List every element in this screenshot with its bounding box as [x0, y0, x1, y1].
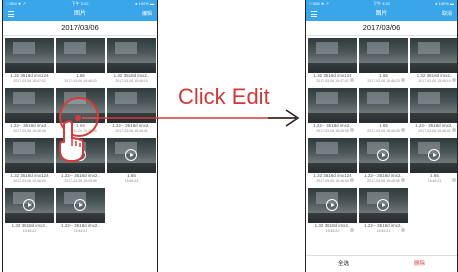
battery-status: ● 100% ▬ [435, 1, 454, 6]
photo-thumbnail[interactable]: 1.22-- 3518d imx2.. 2017-03-06 15:46:01 [410, 88, 457, 135]
page-title: 图片 [375, 11, 388, 17]
edit-toolbar: 全选 删除 [306, 255, 457, 272]
play-icon[interactable] [377, 149, 389, 161]
thumbnail-image [308, 38, 357, 73]
select-checkbox[interactable] [400, 227, 406, 233]
select-checkbox[interactable] [400, 177, 406, 183]
select-checkbox[interactable] [349, 77, 355, 83]
select-checkbox[interactable] [451, 127, 457, 133]
pointing-hand-icon [59, 120, 84, 162]
status-bar: □ SIM ★ ↗ 下午 3:42 ● 100% ▬ [306, 0, 457, 7]
select-all-button[interactable]: 全选 [338, 256, 349, 272]
play-icon[interactable] [125, 149, 137, 161]
select-checkbox[interactable] [349, 177, 355, 183]
video-thumbnail[interactable]: 1.22-- 3518d imx2.. 2017-03-06 15:45:55 [359, 138, 408, 185]
video-thumbnail[interactable]: 1.65 15:46:23 [410, 138, 457, 185]
photo-thumbnail[interactable]: 1.22-- 3518d imx2.. 2017-03-06 15:46:05 [308, 88, 357, 135]
photo-thumbnail[interactable]: 1.32 3518d imx124 2017-03-06 15:46:00 [308, 138, 357, 185]
play-icon[interactable] [74, 199, 86, 211]
select-checkbox[interactable] [451, 177, 457, 183]
play-icon[interactable] [326, 199, 338, 211]
phone-after: □ SIM ★ ↗ 下午 3:42 ● 100% ▬ 图片 取消 2017/03… [305, 0, 458, 272]
photo-thumbnail[interactable]: 1.65 2017-03-06 15:46:23 [359, 38, 408, 85]
thumbnail-image [308, 88, 357, 123]
select-checkbox[interactable] [451, 77, 457, 83]
thumbnail-image [359, 38, 408, 73]
select-checkbox[interactable] [349, 227, 355, 233]
play-icon[interactable] [23, 199, 35, 211]
photo-thumbnail[interactable]: 1.32 3518d imx124 2017-03-06 15:47:02 [308, 38, 357, 85]
thumbnail-image [308, 138, 357, 173]
thumbnail-image [410, 38, 457, 73]
video-thumbnail[interactable]: 1.22-- 3518d imx2.. 15:46:21 [359, 188, 408, 235]
nav-bar: 图片 取消 [306, 7, 457, 21]
photo-thumbnail[interactable]: 1.32 3518d imx2.. 2017-03-06 15:46:19 [410, 38, 457, 85]
delete-button[interactable]: 删除 [414, 256, 425, 272]
select-checkbox[interactable] [349, 127, 355, 133]
video-thumbnail[interactable]: 1.32 3518d imx2.. 15:46:22 [308, 188, 357, 235]
thumbnail-image [410, 88, 457, 123]
date-header: 2017/03/06 [306, 21, 457, 36]
cancel-button[interactable]: 取消 [442, 7, 452, 21]
select-checkbox[interactable] [400, 77, 406, 83]
thumbnail-image [359, 88, 408, 123]
play-icon[interactable] [428, 149, 440, 161]
play-icon[interactable] [377, 199, 389, 211]
select-checkbox[interactable] [400, 127, 406, 133]
photo-thumbnail[interactable]: 1.65 2017-03-06 15:46:05 [359, 88, 408, 135]
